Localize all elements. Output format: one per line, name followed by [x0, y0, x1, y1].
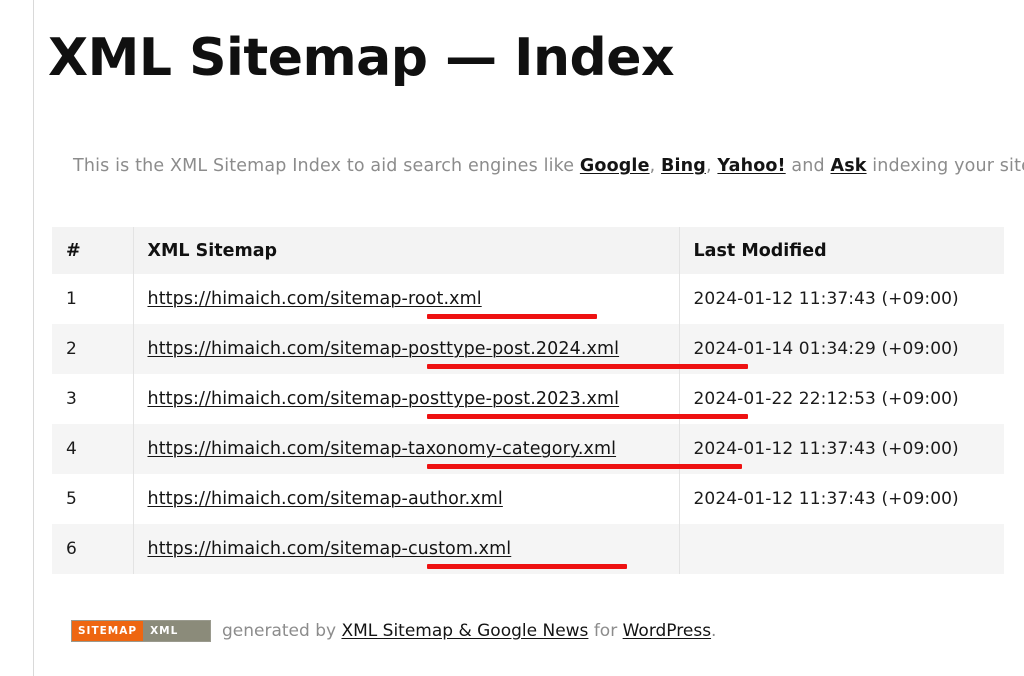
row-number: 3	[52, 374, 133, 424]
sitemap-url-cell: https://himaich.com/sitemap-posttype-pos…	[132, 324, 748, 374]
intro-sep-1: ,	[649, 156, 662, 176]
page-title: XML Sitemap — Index	[48, 28, 675, 88]
sitemap-url-link[interactable]: https://himaich.com/sitemap-author.xml	[148, 489, 503, 509]
link-xml-sitemap-google-news[interactable]: XML Sitemap & Google News	[341, 621, 588, 641]
footer-generated-by: generated by	[222, 621, 342, 641]
red-annotation-underline	[426, 414, 748, 419]
sitemap-url-cell: https://himaich.com/sitemap-taxonomy-cat…	[132, 424, 742, 474]
row-number: 5	[52, 474, 133, 524]
sitemap-url-link[interactable]: https://himaich.com/sitemap-taxonomy-cat…	[148, 439, 617, 459]
link-yahoo[interactable]: Yahoo!	[717, 156, 785, 176]
red-annotation-underline	[426, 314, 597, 319]
intro-text-part2: indexing your site.	[866, 156, 1024, 176]
row-number: 4	[52, 424, 133, 474]
sitemap-url-cell: https://himaich.com/sitemap-custom.xml	[132, 524, 679, 574]
table-row: 2 https://himaich.com/sitemap-posttype-po…	[52, 324, 1004, 374]
sitemap-url-cell: https://himaich.com/sitemap-posttype-pos…	[132, 374, 748, 424]
table-row: 4 https://himaich.com/sitemap-taxonomy-ca…	[52, 424, 1004, 474]
row-number: 1	[52, 274, 133, 324]
red-annotation-underline	[426, 464, 742, 469]
link-google[interactable]: Google	[580, 156, 650, 176]
sitemap-url-cell: https://himaich.com/sitemap-root.xml	[132, 274, 679, 324]
sitemap-xml-badge-icon: SITEMAP XML	[71, 620, 211, 642]
badge-sitemap-label: SITEMAP	[72, 621, 144, 641]
table-body: 1 https://himaich.com/sitemap-root.xml 202…	[52, 274, 1004, 574]
table-row: 3 https://himaich.com/sitemap-posttype-po…	[52, 374, 1004, 424]
column-header-last-modified[interactable]: Last Modified	[678, 227, 1004, 274]
link-wordpress[interactable]: WordPress	[623, 621, 711, 641]
footer: SITEMAP XML generated by XML Sitemap & G…	[71, 620, 716, 642]
last-modified-cell	[678, 524, 1004, 574]
badge-xml-label: XML	[143, 621, 210, 641]
red-annotation-underline	[426, 564, 627, 569]
last-modified-cell: 2024-01-12 11:37:43 (+09:00)	[678, 274, 1004, 324]
intro-sep-3: and	[785, 156, 831, 176]
footer-text: generated by XML Sitemap & Google News f…	[222, 621, 716, 641]
table-row: 5 https://himaich.com/sitemap-author.xml 2…	[52, 474, 1004, 524]
sitemap-url-link[interactable]: https://himaich.com/sitemap-posttype-pos…	[148, 389, 620, 409]
left-margin-rule	[33, 0, 34, 676]
column-header-number[interactable]: #	[52, 227, 133, 274]
link-ask[interactable]: Ask	[831, 156, 867, 176]
last-modified-cell: 2024-01-12 11:37:43 (+09:00)	[678, 474, 1004, 524]
table-row: 6 https://himaich.com/sitemap-custom.xml	[52, 524, 1004, 574]
table-row: 1 https://himaich.com/sitemap-root.xml 202…	[52, 274, 1004, 324]
table-header-row: # XML Sitemap Last Modified	[52, 227, 1004, 274]
intro-sep-2: ,	[705, 156, 718, 176]
table-header: # XML Sitemap Last Modified	[52, 227, 1004, 274]
row-number: 2	[52, 324, 133, 374]
sitemap-url-link[interactable]: https://himaich.com/sitemap-custom.xml	[148, 539, 512, 559]
sitemap-url-cell: https://himaich.com/sitemap-author.xml	[132, 474, 679, 524]
column-header-xml-sitemap[interactable]: XML Sitemap	[132, 227, 679, 274]
intro-paragraph: This is the XML Sitemap Index to aid sea…	[73, 153, 1024, 179]
sitemap-url-link[interactable]: https://himaich.com/sitemap-root.xml	[148, 289, 482, 309]
page-content: XML Sitemap — Index This is the XML Site…	[48, 0, 1024, 676]
intro-text-part1: This is the XML Sitemap Index to aid sea…	[73, 156, 580, 176]
sitemap-url-link[interactable]: https://himaich.com/sitemap-posttype-pos…	[148, 339, 620, 359]
sitemap-page: XML Sitemap — Index This is the XML Site…	[0, 0, 1024, 676]
red-annotation-underline	[426, 364, 748, 369]
footer-period: .	[711, 621, 717, 641]
link-bing[interactable]: Bing	[661, 156, 706, 176]
sitemap-index-table: # XML Sitemap Last Modified 1 https://him…	[52, 227, 1004, 574]
footer-for: for	[588, 621, 623, 641]
row-number: 6	[52, 524, 133, 574]
